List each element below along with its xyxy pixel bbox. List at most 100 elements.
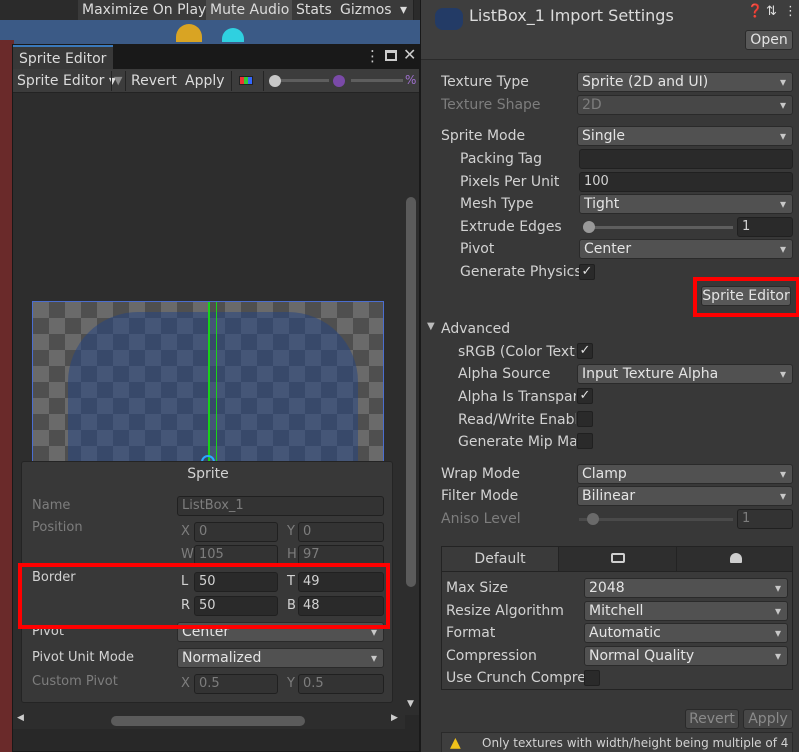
gizmos-button[interactable]: Gizmos — [336, 0, 397, 20]
close-icon[interactable]: ✕ — [403, 45, 416, 64]
open-button[interactable]: Open — [745, 30, 793, 50]
size-w-label: W — [181, 547, 194, 562]
settings-icon[interactable]: ⋮ — [784, 4, 797, 19]
position-y-field[interactable]: 0 — [298, 522, 384, 542]
format-dropdown[interactable]: Automatic — [584, 623, 788, 643]
compression-dropdown[interactable]: Normal Quality — [584, 646, 788, 666]
gizmos-dropdown-icon[interactable]: ▾ — [394, 0, 414, 20]
size-h-label: H — [287, 547, 297, 562]
editor-mode-dropdown[interactable]: Sprite Editor ▾ — [17, 69, 116, 93]
advanced-foldout-icon[interactable]: ▼ — [427, 321, 435, 332]
tab-platform-android[interactable] — [677, 547, 794, 571]
apply-button[interactable]: Apply — [743, 709, 793, 729]
wrap-mode-dropdown[interactable]: Clamp — [577, 464, 793, 484]
custom-pivot-x-field[interactable]: 0.5 — [194, 674, 278, 694]
extrude-edges-label: Extrude Edges — [460, 219, 562, 235]
pivot-dropdown[interactable]: Center — [579, 239, 793, 259]
max-size-label: Max Size — [446, 580, 509, 596]
aniso-level-field[interactable]: 1 — [737, 509, 793, 529]
alpha-is-transparency-checkbox[interactable]: ✓ — [577, 388, 593, 404]
custom-pivot-x-label: X — [181, 676, 190, 691]
inspector-header: ListBox_1 Import Settings ❓ ⇅ ⋮ Open — [421, 0, 799, 60]
crunch-compression-label: Use Crunch Compres — [446, 670, 584, 686]
revert-button[interactable]: Revert — [685, 709, 739, 729]
vertical-scroll-thumb[interactable] — [406, 197, 416, 587]
alpha-source-dropdown[interactable]: Input Texture Alpha — [577, 364, 793, 384]
sprite-properties-panel: Sprite Name ListBox_1 Position X 0 Y 0 W… — [18, 461, 393, 703]
pivot-unit-mode-dropdown[interactable]: Normalized — [177, 648, 384, 668]
color-channels-icon[interactable] — [239, 76, 253, 85]
scroll-left-icon[interactable]: ◀ — [17, 713, 24, 723]
tab-platform-standalone[interactable] — [559, 547, 677, 571]
position-y-label: Y — [287, 524, 295, 539]
size-h-field[interactable]: 97 — [298, 545, 384, 565]
sprite-editor-button[interactable]: Sprite Editor — [701, 286, 791, 306]
generate-mipmap-checkbox[interactable] — [577, 433, 593, 449]
help-icon[interactable]: ❓ — [747, 4, 763, 19]
sprite-panel-title: Sprite — [187, 466, 229, 482]
name-field[interactable]: ListBox_1 — [177, 496, 384, 516]
mip-slider-track[interactable] — [351, 79, 403, 82]
packing-tag-field[interactable] — [579, 149, 793, 169]
zoom-slider-track[interactable] — [275, 79, 329, 82]
max-size-dropdown[interactable]: 2048 — [584, 578, 788, 598]
kebab-menu-icon[interactable]: ⋮ — [365, 47, 380, 65]
platform-tabs: Default — [441, 546, 793, 572]
inspector-panel: ListBox_1 Import Settings ❓ ⇅ ⋮ Open Tex… — [420, 0, 799, 752]
aniso-level-slider[interactable] — [579, 518, 733, 521]
resize-algorithm-dropdown[interactable]: Mitchell — [584, 601, 788, 621]
platform-settings: Max Size 2048 Resize Algorithm Mitchell … — [441, 572, 793, 690]
srgb-checkbox[interactable]: ✓ — [577, 343, 593, 359]
presets-icon[interactable]: ⇅ — [766, 4, 777, 19]
pixels-per-unit-field[interactable]: 100 — [579, 172, 793, 192]
extrude-edges-field[interactable]: 1 — [737, 217, 793, 237]
mesh-type-dropdown[interactable]: Tight — [579, 194, 793, 214]
generate-physics-checkbox[interactable]: ✓ — [579, 264, 595, 280]
size-w-field[interactable]: 105 — [194, 545, 278, 565]
horizontal-scroll-thumb[interactable] — [111, 716, 305, 726]
texture-type-label: Texture Type — [441, 74, 529, 90]
advanced-foldout[interactable]: Advanced — [441, 321, 510, 337]
sprite-editor-toolbar: Sprite Editor ▾ ▼ Revert Apply % — [13, 69, 419, 93]
sprite-editor-window: Sprite Editor ⋮ ✕ Sprite Editor ▾ ▼ Reve… — [12, 44, 420, 752]
mesh-type-label: Mesh Type — [460, 196, 534, 212]
alpha-is-transparency-label: Alpha Is Transpare — [458, 389, 576, 405]
scroll-right-icon[interactable]: ▶ — [391, 713, 398, 723]
android-icon — [729, 553, 742, 563]
maximize-on-play-button[interactable]: Maximize On Play — [78, 0, 212, 20]
srgb-label: sRGB (Color Textu — [458, 344, 576, 360]
crunch-compression-checkbox[interactable] — [584, 670, 600, 686]
game-scene-strip — [0, 20, 420, 44]
read-write-label: Read/Write Enable — [458, 412, 576, 428]
revert-button[interactable]: Revert — [131, 69, 177, 93]
stats-button[interactable]: Stats — [292, 0, 337, 20]
texture-shape-dropdown[interactable]: 2D — [577, 95, 793, 115]
mute-audio-button[interactable]: Mute Audio — [206, 0, 295, 20]
read-write-checkbox[interactable] — [577, 411, 593, 427]
tab-sprite-editor[interactable]: Sprite Editor — [13, 45, 113, 69]
filter-mode-dropdown[interactable]: Bilinear — [577, 486, 793, 506]
chevron-down-icon[interactable]: ▼ — [114, 69, 122, 93]
sprite-mode-dropdown[interactable]: Single — [577, 126, 793, 146]
custom-pivot-y-field[interactable]: 0.5 — [298, 674, 384, 694]
editor-mode-label: Sprite Editor — [17, 73, 105, 89]
zoom-slider-knob[interactable] — [269, 75, 281, 87]
texture-type-dropdown[interactable]: Sprite (2D and UI) — [577, 72, 793, 92]
warning-text: Only textures with width/height being mu… — [482, 736, 789, 750]
position-x-field[interactable]: 0 — [194, 522, 278, 542]
texture-shape-label: Texture Shape — [441, 97, 541, 113]
warning-icon: ▲ — [450, 735, 461, 751]
aniso-level-knob[interactable] — [587, 513, 599, 525]
apply-button[interactable]: Apply — [185, 69, 225, 93]
generate-physics-label: Generate Physics — [460, 264, 582, 280]
scroll-down-icon[interactable]: ▼ — [407, 699, 414, 709]
tab-platform-default[interactable]: Default — [442, 547, 559, 571]
extrude-edges-knob[interactable] — [583, 221, 595, 233]
toolbar-divider — [111, 71, 112, 91]
sprite-mode-label: Sprite Mode — [441, 128, 526, 144]
compression-label: Compression — [446, 648, 537, 664]
maximize-icon[interactable] — [385, 50, 397, 61]
mip-level-icon — [333, 75, 345, 87]
extrude-edges-slider[interactable] — [583, 226, 733, 229]
filter-mode-label: Filter Mode — [441, 488, 519, 504]
